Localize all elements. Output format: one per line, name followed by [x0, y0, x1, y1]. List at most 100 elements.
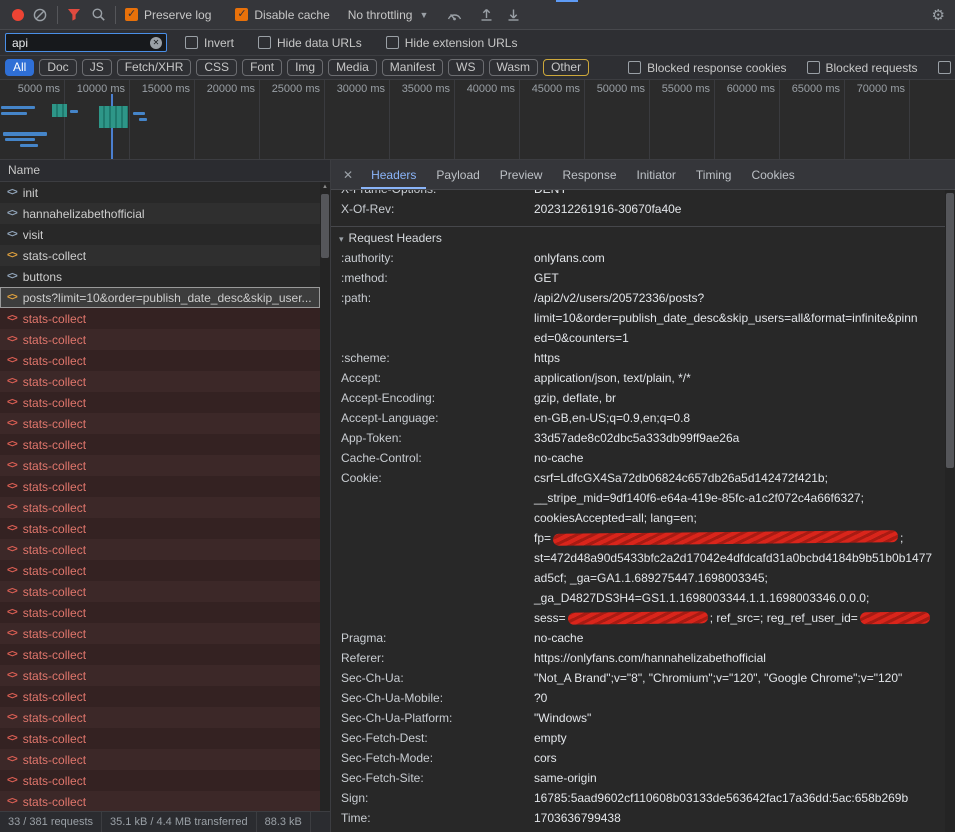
waterfall-bar — [1, 112, 27, 115]
disable-cache-toggle[interactable]: Disable cache — [235, 8, 329, 22]
request-row[interactable]: <>buttons — [0, 266, 320, 287]
request-row[interactable]: <>stats-collect — [0, 392, 320, 413]
export-har-button[interactable] — [506, 7, 521, 22]
request-row[interactable]: <>stats-collect — [0, 245, 320, 266]
error-request-icon: <> — [7, 376, 17, 387]
header-value: csrf=LdfcGX4Sa72db06824c657db26a5d142472… — [534, 468, 945, 628]
request-row[interactable]: <>stats-collect — [0, 518, 320, 539]
filter-input[interactable] — [12, 36, 150, 50]
request-row[interactable]: <>stats-collect — [0, 455, 320, 476]
checkbox[interactable] — [628, 61, 641, 74]
name-column-header[interactable]: Name — [0, 160, 330, 182]
filter-chip-media[interactable]: Media — [328, 59, 377, 76]
request-row[interactable]: <>stats-collect — [0, 350, 320, 371]
close-details-button[interactable]: ✕ — [341, 168, 361, 182]
scrollbar-thumb[interactable] — [946, 193, 954, 468]
tab-headers[interactable]: Headers — [361, 160, 426, 189]
request-row[interactable]: <>hannahelizabethofficial — [0, 203, 320, 224]
tab-response[interactable]: Response — [552, 160, 626, 189]
request-row[interactable]: <>stats-collect — [0, 497, 320, 518]
request-row[interactable]: <>stats-collect — [0, 308, 320, 329]
checkbox[interactable] — [807, 61, 820, 74]
scroll-up-arrow-icon[interactable]: ▲ — [320, 182, 330, 192]
record-button[interactable] — [12, 9, 24, 21]
filter-chip-all[interactable]: All — [5, 59, 34, 76]
settings-button[interactable]: ⚙ — [932, 6, 945, 24]
request-row[interactable]: <>stats-collect — [0, 728, 320, 749]
filter-checkbox-blocked-response-cookies[interactable]: Blocked response cookies — [628, 61, 786, 75]
filter-chip-img[interactable]: Img — [287, 59, 323, 76]
hide-extension-urls-toggle[interactable]: Hide extension URLs — [386, 36, 518, 50]
filter-chip-other[interactable]: Other — [543, 59, 589, 76]
request-row[interactable]: <>stats-collect — [0, 371, 320, 392]
search-button[interactable] — [91, 7, 106, 22]
checkbox[interactable] — [938, 61, 951, 74]
chevron-down-icon: ▼ — [419, 10, 428, 20]
preserve-log-checkbox[interactable] — [125, 8, 138, 21]
invert-checkbox[interactable] — [185, 36, 198, 49]
request-row[interactable]: <>stats-collect — [0, 434, 320, 455]
request-row[interactable]: <>stats-collect — [0, 413, 320, 434]
clear-button[interactable] — [32, 7, 48, 23]
filter-chip-fetch-xhr[interactable]: Fetch/XHR — [117, 59, 192, 76]
header-value: 33d57ade8c02dbc5a333db99ff9ae26a — [534, 428, 945, 448]
hide-data-urls-toggle[interactable]: Hide data URLs — [258, 36, 362, 50]
throttling-select[interactable]: No throttling ▼ — [348, 8, 429, 22]
header-value-line: /api2/v2/users/20572336/posts? — [534, 288, 945, 308]
request-row[interactable]: <>init — [0, 182, 320, 203]
summary-item: 88.3 kB — [257, 812, 311, 832]
details-scrollbar[interactable] — [945, 190, 955, 832]
request-row[interactable]: <>stats-collect — [0, 476, 320, 497]
network-overview-timeline[interactable]: 5000 ms10000 ms15000 ms20000 ms25000 ms3… — [0, 80, 955, 160]
invert-toggle[interactable]: Invert — [185, 36, 234, 50]
request-headers-list: :authority:onlyfans.com:method:GET:path:… — [331, 248, 945, 828]
error-request-icon: <> — [7, 712, 17, 723]
request-row[interactable]: <>stats-collect — [0, 686, 320, 707]
disable-cache-checkbox[interactable] — [235, 8, 248, 21]
filter-chip-js[interactable]: JS — [82, 59, 112, 76]
filter-chip-wasm[interactable]: Wasm — [489, 59, 539, 76]
hide-extension-urls-checkbox[interactable] — [386, 36, 399, 49]
filter-checkbox-blocked-requests[interactable]: Blocked requests — [807, 61, 918, 75]
error-request-icon: <> — [7, 565, 17, 576]
request-row[interactable]: <>stats-collect — [0, 770, 320, 791]
request-row[interactable]: <>stats-collect — [0, 791, 320, 811]
request-row[interactable]: <>visit — [0, 224, 320, 245]
tab-payload[interactable]: Payload — [426, 160, 489, 189]
header-row: :path:/api2/v2/users/20572336/posts?limi… — [331, 288, 945, 348]
request-row[interactable]: <>stats-collect — [0, 602, 320, 623]
request-row[interactable]: <>stats-collect — [0, 749, 320, 770]
filter-input-box[interactable]: ✕ — [5, 33, 167, 52]
network-conditions-button[interactable] — [446, 8, 463, 22]
request-row[interactable]: <>stats-collect — [0, 623, 320, 644]
request-headers-section-header[interactable]: ▾Request Headers — [331, 226, 945, 248]
request-row[interactable]: <>stats-collect — [0, 644, 320, 665]
filter-chip-manifest[interactable]: Manifest — [382, 59, 443, 76]
filter-checkbox-3rd-party-requests[interactable]: 3rd-party requests — [938, 61, 955, 75]
tab-timing[interactable]: Timing — [686, 160, 742, 189]
header-value-line: en-GB,en-US;q=0.9,en;q=0.8 — [534, 408, 945, 428]
request-row[interactable]: <>stats-collect — [0, 665, 320, 686]
tab-initiator[interactable]: Initiator — [627, 160, 686, 189]
header-name: Sec-Fetch-Site: — [331, 768, 534, 788]
tab-cookies[interactable]: Cookies — [741, 160, 804, 189]
request-row[interactable]: <>stats-collect — [0, 329, 320, 350]
filter-toggle-button[interactable] — [67, 8, 81, 21]
request-row[interactable]: <>stats-collect — [0, 539, 320, 560]
filter-chip-ws[interactable]: WS — [448, 59, 483, 76]
filter-chip-css[interactable]: CSS — [196, 59, 237, 76]
scrollbar-thumb[interactable] — [321, 194, 329, 258]
clear-filter-icon[interactable]: ✕ — [150, 37, 162, 49]
request-row[interactable]: <>stats-collect — [0, 707, 320, 728]
request-row[interactable]: <>stats-collect — [0, 581, 320, 602]
request-row[interactable]: <>stats-collect — [0, 560, 320, 581]
header-name: Sec-Ch-Ua-Platform: — [331, 708, 534, 728]
tab-preview[interactable]: Preview — [490, 160, 553, 189]
preserve-log-toggle[interactable]: Preserve log — [125, 8, 211, 22]
filter-chip-doc[interactable]: Doc — [39, 59, 76, 76]
hide-data-urls-checkbox[interactable] — [258, 36, 271, 49]
request-row[interactable]: <>posts?limit=10&order=publish_date_desc… — [0, 287, 320, 308]
import-har-button[interactable] — [479, 7, 494, 22]
filter-chip-font[interactable]: Font — [242, 59, 282, 76]
request-list-scrollbar[interactable]: ▲ — [320, 182, 330, 811]
